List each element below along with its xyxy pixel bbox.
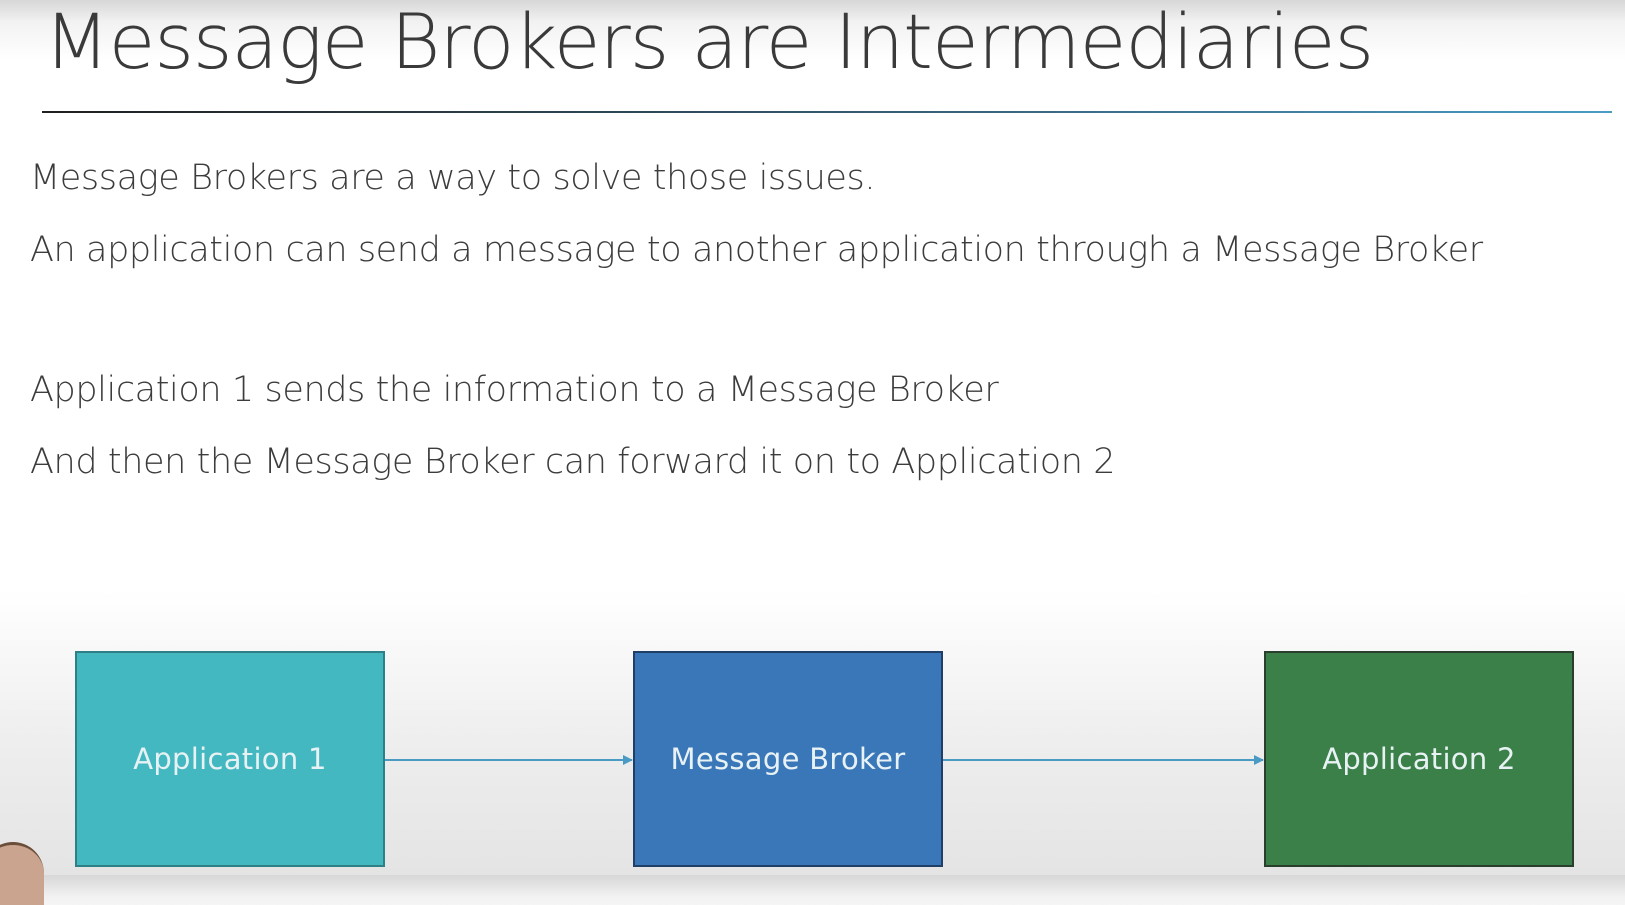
slide-title: Message Brokers are Intermediaries [44,0,1374,86]
presenter-avatar [0,842,44,905]
text-line-1: Message Brokers are a way to solve those… [30,158,876,198]
text-line-2: An application can send a message to ano… [30,230,1483,270]
text-line-4: And then the Message Broker can forward … [30,442,1116,482]
node-message-broker-label: Message Broker [670,742,906,776]
node-application-2-label: Application 2 [1322,742,1516,776]
text-line-3: Application 1 sends the information to a… [30,370,999,410]
title-underline [42,111,1612,113]
node-application-1-label: Application 1 [133,742,327,776]
node-message-broker: Message Broker [633,651,943,867]
node-application-2: Application 2 [1264,651,1574,867]
node-application-1: Application 1 [75,651,385,867]
